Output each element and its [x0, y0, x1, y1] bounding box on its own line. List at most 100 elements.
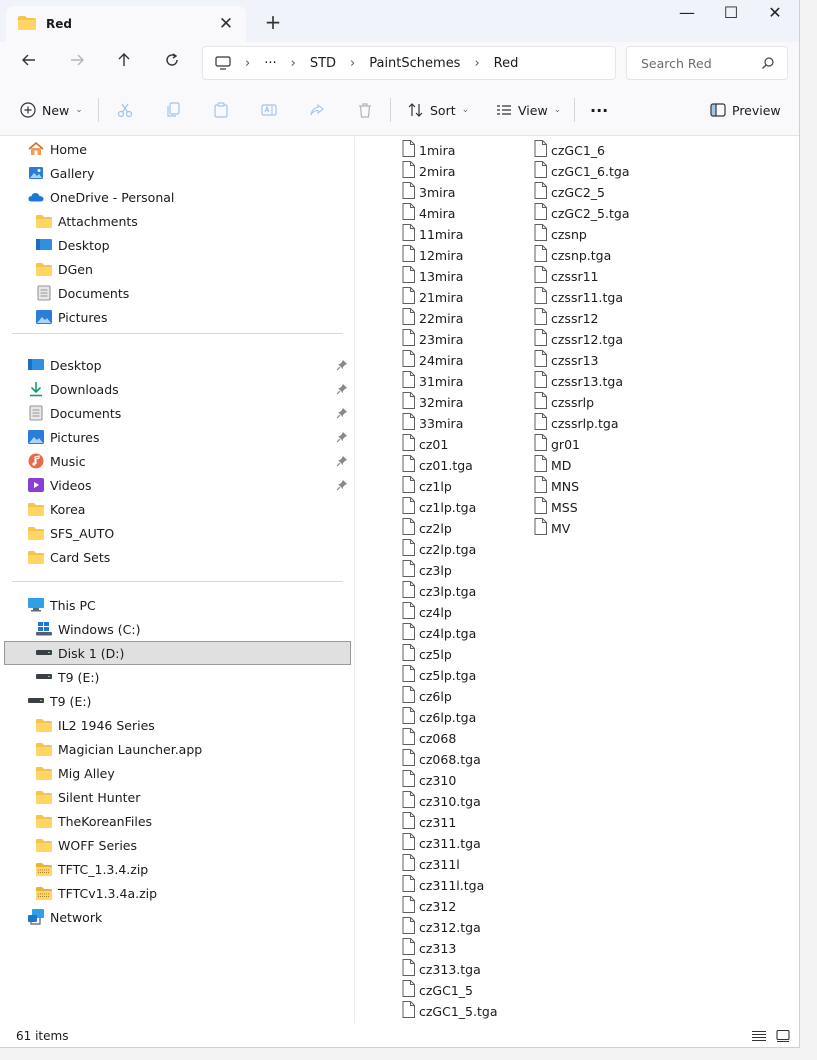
sidebar-item-desktop-onedrive[interactable]: Desktop: [36, 233, 110, 257]
sidebar-item-tftc-zip[interactable]: TFTC_1.3.4.zip: [36, 857, 148, 881]
refresh-button[interactable]: [159, 51, 185, 75]
address-bar[interactable]: › ··· › STD › PaintSchemes › Red: [202, 46, 616, 80]
file-item[interactable]: 22mira: [402, 308, 463, 328]
pin-icon[interactable]: [336, 383, 348, 395]
file-item[interactable]: MNS: [534, 476, 579, 496]
rename-button[interactable]: [261, 84, 277, 136]
file-item[interactable]: czssr13.tga: [534, 371, 623, 391]
sidebar-item-sfs-auto[interactable]: SFS_AUTO: [28, 521, 114, 545]
file-item[interactable]: czGC1_6: [534, 140, 605, 160]
sidebar-item-tftcv-zip[interactable]: TFTCv1.3.4a.zip: [36, 881, 157, 905]
file-item[interactable]: czGC2_5.tga: [534, 203, 629, 223]
breadcrumb-red[interactable]: Red: [494, 56, 519, 71]
breadcrumb-std[interactable]: STD: [310, 56, 336, 71]
sidebar-item-desktop[interactable]: Desktop: [28, 353, 102, 377]
file-item[interactable]: czssrlp: [534, 392, 594, 412]
file-item[interactable]: czGC2_5: [534, 182, 605, 202]
breadcrumb-paintschemes[interactable]: PaintSchemes: [369, 56, 460, 71]
file-item[interactable]: cz6lp: [402, 686, 452, 706]
view-button[interactable]: View ⌄: [496, 84, 561, 136]
file-item[interactable]: cz6lp.tga: [402, 707, 476, 727]
file-item[interactable]: 2mira: [402, 161, 455, 181]
sidebar-item-il2-1946-series[interactable]: IL2 1946 Series: [36, 713, 155, 737]
file-item[interactable]: cz01: [402, 434, 448, 454]
file-item[interactable]: 3mira: [402, 182, 455, 202]
file-item[interactable]: cz3lp: [402, 560, 452, 580]
search-box[interactable]: [626, 46, 788, 80]
file-item[interactable]: 13mira: [402, 266, 463, 286]
preview-button[interactable]: Preview: [710, 84, 781, 136]
file-item[interactable]: czssr11: [534, 266, 599, 286]
tab-red[interactable]: Red ✕: [6, 6, 246, 42]
sidebar-item-t9-e-pc[interactable]: T9 (E:): [36, 665, 99, 689]
file-item[interactable]: cz310: [402, 770, 456, 790]
share-button[interactable]: [309, 84, 325, 136]
file-item[interactable]: cz4lp: [402, 602, 452, 622]
copy-button[interactable]: [165, 84, 181, 136]
file-item[interactable]: cz4lp.tga: [402, 623, 476, 643]
breadcrumb-more[interactable]: ···: [264, 56, 276, 71]
pin-icon[interactable]: [336, 407, 348, 419]
file-item[interactable]: czssrlp.tga: [534, 413, 618, 433]
sidebar-item-dgen[interactable]: DGen: [36, 257, 93, 281]
file-item[interactable]: 21mira: [402, 287, 463, 307]
maximize-button[interactable]: ☐: [708, 0, 754, 28]
sidebar-item-home[interactable]: Home: [28, 137, 87, 161]
file-item[interactable]: 11mira: [402, 224, 463, 244]
forward-button[interactable]: [64, 51, 90, 75]
file-item[interactable]: MD: [534, 455, 571, 475]
search-icon[interactable]: [761, 56, 775, 73]
file-item[interactable]: cz312: [402, 896, 456, 916]
file-item[interactable]: cz1lp.tga: [402, 497, 476, 517]
file-item[interactable]: cz5lp.tga: [402, 665, 476, 685]
file-item[interactable]: 33mira: [402, 413, 463, 433]
pin-icon[interactable]: [336, 359, 348, 371]
minimize-button[interactable]: —: [664, 0, 710, 28]
sidebar-item-network[interactable]: Network: [28, 905, 102, 929]
pin-icon[interactable]: [336, 455, 348, 467]
file-item[interactable]: cz068.tga: [402, 749, 481, 769]
file-item[interactable]: czsnp: [534, 224, 587, 244]
file-item[interactable]: czsnp.tga: [534, 245, 611, 265]
file-item[interactable]: czGC1_5: [402, 980, 473, 1000]
file-item[interactable]: cz310.tga: [402, 791, 481, 811]
tiles-view-button[interactable]: [776, 1029, 790, 1043]
file-item[interactable]: 1mira: [402, 140, 455, 160]
file-item[interactable]: MV: [534, 518, 570, 538]
sidebar-item-pictures-onedrive[interactable]: Pictures: [36, 305, 108, 329]
close-window-button[interactable]: ✕: [752, 0, 798, 28]
file-item[interactable]: cz313.tga: [402, 959, 481, 979]
sidebar-item-gallery[interactable]: Gallery: [28, 161, 95, 185]
sidebar-item-magician-launcher[interactable]: Magician Launcher.app: [36, 737, 202, 761]
up-button[interactable]: [111, 51, 137, 75]
file-item[interactable]: 23mira: [402, 329, 463, 349]
sidebar-item-card-sets[interactable]: Card Sets: [28, 545, 110, 569]
file-item[interactable]: cz311.tga: [402, 833, 481, 853]
details-view-button[interactable]: [752, 1030, 766, 1042]
search-input[interactable]: [641, 55, 759, 71]
pin-icon[interactable]: [336, 479, 348, 491]
sidebar-item-this-pc[interactable]: This PC: [28, 593, 96, 617]
sidebar-item-korea[interactable]: Korea: [28, 497, 85, 521]
sidebar-item-videos[interactable]: Videos: [28, 473, 92, 497]
sidebar-item-silent-hunter[interactable]: Silent Hunter: [36, 785, 140, 809]
file-item[interactable]: czssr11.tga: [534, 287, 623, 307]
file-item[interactable]: czGC1_6.tga: [534, 161, 629, 181]
pin-icon[interactable]: [336, 431, 348, 443]
new-button[interactable]: New ⌄: [20, 84, 83, 136]
file-item[interactable]: cz2lp: [402, 518, 452, 538]
sidebar-item-onedrive[interactable]: OneDrive - Personal: [28, 185, 174, 209]
file-item[interactable]: 24mira: [402, 350, 463, 370]
file-item[interactable]: czGC1_5.tga: [402, 1001, 497, 1021]
sidebar-item-downloads[interactable]: Downloads: [28, 377, 119, 401]
sort-button[interactable]: Sort ⌄: [408, 84, 469, 136]
paste-button[interactable]: [213, 84, 229, 136]
file-item[interactable]: cz313: [402, 938, 456, 958]
sidebar-item-mig-alley[interactable]: Mig Alley: [36, 761, 115, 785]
file-item[interactable]: 4mira: [402, 203, 455, 223]
sidebar-item-documents[interactable]: Documents: [28, 401, 121, 425]
file-item[interactable]: czssr13: [534, 350, 599, 370]
sidebar-item-windows-c[interactable]: Windows (C:): [36, 617, 140, 641]
sidebar-item-t9-e[interactable]: T9 (E:): [28, 689, 91, 713]
file-item[interactable]: czssr12.tga: [534, 329, 623, 349]
